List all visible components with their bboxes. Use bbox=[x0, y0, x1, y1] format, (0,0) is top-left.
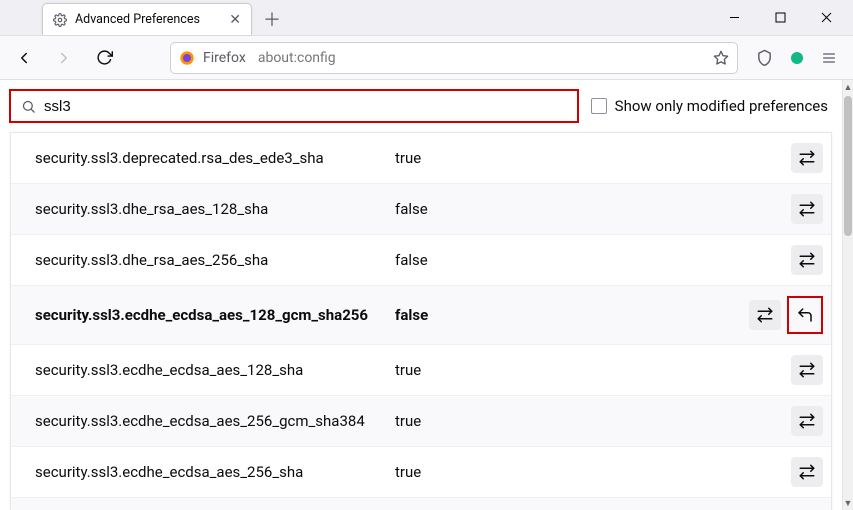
pref-actions bbox=[791, 245, 823, 275]
back-button[interactable] bbox=[8, 42, 40, 74]
url-path: about:config bbox=[258, 50, 336, 66]
table-row: security.ssl3.ecdhe_ecdsa_aes_256_gcm_sh… bbox=[11, 396, 831, 447]
toggle-icon bbox=[798, 251, 816, 269]
table-row: security.ssl3.ecdhe_ecdsa_chacha20_poly1… bbox=[11, 498, 831, 510]
window-titlebar: Advanced Preferences ✕ ＋ bbox=[0, 0, 853, 36]
reset-button[interactable] bbox=[792, 301, 818, 329]
table-row: security.ssl3.ecdhe_ecdsa_aes_128_gcm_sh… bbox=[11, 286, 831, 345]
toggle-icon bbox=[798, 463, 816, 481]
pref-name: security.ssl3.dhe_rsa_aes_256_sha bbox=[35, 250, 395, 270]
window-controls bbox=[711, 3, 849, 31]
table-row: security.ssl3.dhe_rsa_aes_128_shafalse bbox=[11, 184, 831, 235]
tab-advanced-preferences[interactable]: Advanced Preferences ✕ bbox=[42, 3, 252, 35]
pref-value: true bbox=[395, 149, 791, 167]
reload-button[interactable] bbox=[88, 42, 120, 74]
pref-name: security.ssl3.ecdhe_ecdsa_aes_128_sha bbox=[35, 360, 395, 380]
table-row: security.ssl3.deprecated.rsa_des_ede3_sh… bbox=[11, 133, 831, 184]
toggle-button[interactable] bbox=[791, 143, 823, 173]
toggle-button[interactable] bbox=[791, 245, 823, 275]
about-config-content: Show only modified preferences security.… bbox=[0, 80, 842, 510]
pref-table: security.ssl3.deprecated.rsa_des_ede3_sh… bbox=[10, 132, 832, 510]
tab-close-icon[interactable]: ✕ bbox=[229, 13, 241, 27]
bookmark-star-icon[interactable] bbox=[713, 50, 729, 66]
toggle-icon bbox=[798, 412, 816, 430]
pref-actions bbox=[791, 194, 823, 224]
show-only-modified-toggle[interactable]: Show only modified preferences bbox=[591, 97, 828, 115]
pocket-icon[interactable] bbox=[756, 49, 773, 66]
table-row: security.ssl3.dhe_rsa_aes_256_shafalse bbox=[11, 235, 831, 286]
pref-name: security.ssl3.dhe_rsa_aes_128_sha bbox=[35, 199, 395, 219]
pref-value: false bbox=[395, 200, 791, 218]
window-minimize-button[interactable] bbox=[711, 3, 757, 31]
pref-name: security.ssl3.ecdhe_ecdsa_aes_128_gcm_sh… bbox=[35, 305, 395, 325]
toggle-icon bbox=[798, 200, 816, 218]
toggle-button[interactable] bbox=[791, 194, 823, 224]
scrollbar-thumb[interactable] bbox=[844, 96, 852, 236]
toggle-icon bbox=[798, 149, 816, 167]
window-close-button[interactable] bbox=[803, 3, 849, 31]
gear-icon bbox=[53, 13, 67, 27]
nav-toolbar: Firefox about:config bbox=[0, 36, 853, 80]
pref-name: security.ssl3.ecdhe_ecdsa_aes_256_gcm_sh… bbox=[35, 411, 395, 431]
url-protocol-label: Firefox bbox=[203, 50, 246, 66]
search-row: Show only modified preferences bbox=[0, 80, 842, 132]
pref-search-box[interactable] bbox=[9, 89, 579, 123]
pref-value: true bbox=[395, 412, 791, 430]
toggle-icon bbox=[798, 361, 816, 379]
pref-search-input[interactable] bbox=[44, 98, 567, 115]
show-only-modified-checkbox[interactable] bbox=[591, 98, 607, 114]
scrollbar-arrow-down-icon[interactable]: ▼ bbox=[843, 496, 853, 510]
toggle-icon bbox=[756, 306, 774, 324]
forward-button[interactable] bbox=[48, 42, 80, 74]
table-row: security.ssl3.ecdhe_ecdsa_aes_128_shatru… bbox=[11, 345, 831, 396]
pref-value: true bbox=[395, 463, 791, 481]
toggle-button[interactable] bbox=[791, 355, 823, 385]
firefox-icon bbox=[179, 50, 195, 66]
undo-icon bbox=[796, 306, 814, 324]
pref-actions bbox=[791, 457, 823, 487]
pref-actions bbox=[791, 406, 823, 436]
pref-name: security.ssl3.deprecated.rsa_des_ede3_sh… bbox=[35, 148, 395, 168]
search-icon bbox=[21, 99, 36, 114]
new-tab-button[interactable]: ＋ bbox=[258, 5, 286, 33]
tab-strip: Advanced Preferences ✕ ＋ bbox=[0, 0, 711, 35]
toggle-button[interactable] bbox=[749, 300, 781, 330]
table-row: security.ssl3.ecdhe_ecdsa_aes_256_shatru… bbox=[11, 447, 831, 498]
url-bar[interactable]: Firefox about:config bbox=[170, 42, 738, 74]
toggle-button[interactable] bbox=[791, 406, 823, 436]
tab-title: Advanced Preferences bbox=[75, 12, 221, 27]
window-maximize-button[interactable] bbox=[757, 3, 803, 31]
pref-actions bbox=[749, 296, 823, 334]
pref-actions bbox=[791, 143, 823, 173]
pref-name: security.ssl3.ecdhe_ecdsa_aes_256_sha bbox=[35, 462, 395, 482]
app-menu-icon[interactable] bbox=[821, 50, 837, 66]
scrollbar-arrow-up-icon[interactable]: ▲ bbox=[843, 80, 853, 94]
extension-icon[interactable] bbox=[789, 50, 805, 66]
vertical-scrollbar[interactable]: ▲ ▼ bbox=[842, 80, 853, 510]
show-only-modified-label: Show only modified preferences bbox=[615, 97, 828, 115]
pref-value: true bbox=[395, 361, 791, 379]
toolbar-right-icons bbox=[756, 49, 845, 66]
toggle-button[interactable] bbox=[791, 457, 823, 487]
pref-value: false bbox=[395, 251, 791, 269]
pref-value: false bbox=[395, 306, 749, 324]
reset-highlight bbox=[787, 296, 823, 334]
pref-actions bbox=[791, 355, 823, 385]
